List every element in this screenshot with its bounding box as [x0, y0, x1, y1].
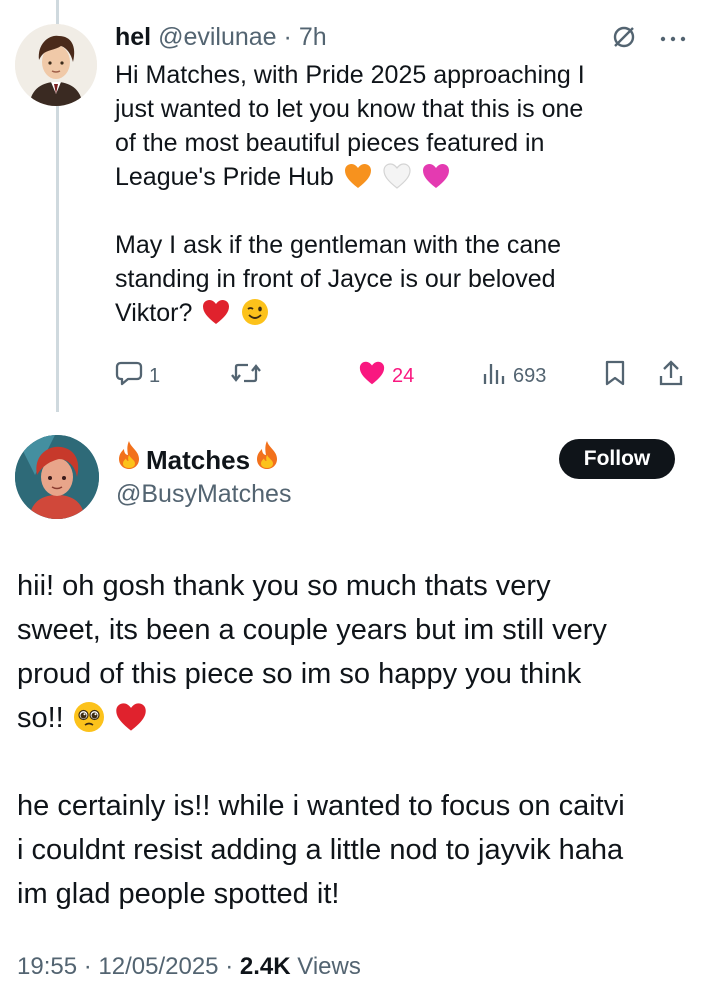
- orange-heart-icon: [343, 161, 373, 191]
- original-tweet[interactable]: hel @evilunae · 7h Hi Matches, with Prid…: [0, 0, 705, 420]
- tweet-text-line: standing in front of Jayce is our belove…: [115, 265, 556, 293]
- reply-button[interactable]: 1: [115, 358, 160, 394]
- reply-avatar[interactable]: [15, 435, 99, 519]
- reply-meta: 19:55 · 12/05/2025 · 2.4K Views: [17, 950, 361, 984]
- tweet-header: hel @evilunae · 7h: [115, 20, 327, 54]
- tweet-text-line: May I ask if the gentleman with the cane: [115, 231, 562, 259]
- retweet-icon: [230, 359, 262, 393]
- mute-icon[interactable]: [611, 24, 637, 55]
- author-handle[interactable]: @evilunae: [158, 23, 277, 51]
- reply-text-line: he certainly is!! while i wanted to focu…: [17, 790, 625, 822]
- tweet-text-line: Hi Matches, with Pride 2025 approaching …: [115, 61, 585, 89]
- reply-text-line: hii! oh gosh thank you so much thats ver…: [17, 570, 551, 602]
- tweet-text-line: League's Pride Hub: [115, 163, 334, 191]
- views-label: Views: [297, 953, 361, 980]
- reply-author-name[interactable]: Matches: [146, 442, 250, 478]
- reply-date[interactable]: 12/05/2025: [98, 953, 218, 980]
- reply-count: 1: [149, 364, 161, 387]
- tweet-text: Hi Matches, with Pride 2025 approaching …: [115, 58, 685, 330]
- fire-icon: [254, 440, 280, 479]
- avatar[interactable]: [15, 24, 97, 106]
- reply-text-line: proud of this piece so im so happy you t…: [17, 658, 582, 690]
- reply-author-name-row[interactable]: Matches: [116, 440, 280, 479]
- tweet-text-line: of the most beautiful pieces featured in: [115, 129, 545, 157]
- bookmark-icon: [603, 359, 627, 393]
- meta-separator: ·: [225, 953, 234, 980]
- share-button[interactable]: [658, 358, 684, 394]
- more-icon[interactable]: [659, 31, 687, 49]
- reply-text-line: so!!: [17, 702, 64, 734]
- pink-heart-icon: [421, 161, 451, 191]
- follow-button[interactable]: Follow: [559, 439, 675, 479]
- views-count: 2.4K: [239, 953, 291, 980]
- tweet-actions: 1 24 693: [115, 358, 690, 394]
- fire-icon: [116, 440, 142, 479]
- winking-face-icon: [240, 297, 270, 327]
- white-heart-icon: [382, 161, 412, 191]
- like-count: 24: [392, 364, 415, 387]
- bookmark-button[interactable]: [603, 358, 627, 394]
- reply-text: hii! oh gosh thank you so much thats ver…: [17, 564, 697, 916]
- reply-text-line-with-emoji: so!!: [17, 696, 697, 740]
- reply-author-handle[interactable]: @BusyMatches: [116, 477, 291, 511]
- share-icon: [658, 359, 684, 393]
- header-separator: ·: [283, 23, 292, 51]
- meta-separator: ·: [83, 953, 92, 980]
- views-button[interactable]: 693: [481, 358, 546, 394]
- like-icon: [358, 359, 386, 393]
- view-count: 693: [513, 364, 547, 387]
- like-button[interactable]: 24: [358, 358, 414, 394]
- red-heart-icon: [201, 297, 231, 327]
- tweet-text-line: Viktor?: [115, 299, 193, 327]
- author-name[interactable]: hel: [115, 23, 151, 51]
- views-icon: [481, 360, 507, 392]
- reply-text-line: im glad people spotted it!: [17, 878, 340, 910]
- red-heart-icon: [114, 700, 148, 734]
- tweet-text-line-with-hearts: League's Pride Hub: [115, 160, 685, 194]
- reply-icon: [115, 359, 143, 393]
- tweet-text-line-with-emoji: Viktor?: [115, 296, 685, 330]
- pleading-face-icon: [72, 700, 106, 734]
- reply-text-line: sweet, its been a couple years but im st…: [17, 614, 607, 646]
- tweet-top-icons: [611, 24, 687, 55]
- reply-text-line: i couldnt resist adding a little nod to …: [17, 834, 624, 866]
- reply-time[interactable]: 19:55: [17, 953, 77, 980]
- tweet-text-line: just wanted to let you know that this is…: [115, 95, 584, 123]
- tweet-time[interactable]: 7h: [299, 23, 327, 51]
- retweet-button[interactable]: [230, 358, 262, 394]
